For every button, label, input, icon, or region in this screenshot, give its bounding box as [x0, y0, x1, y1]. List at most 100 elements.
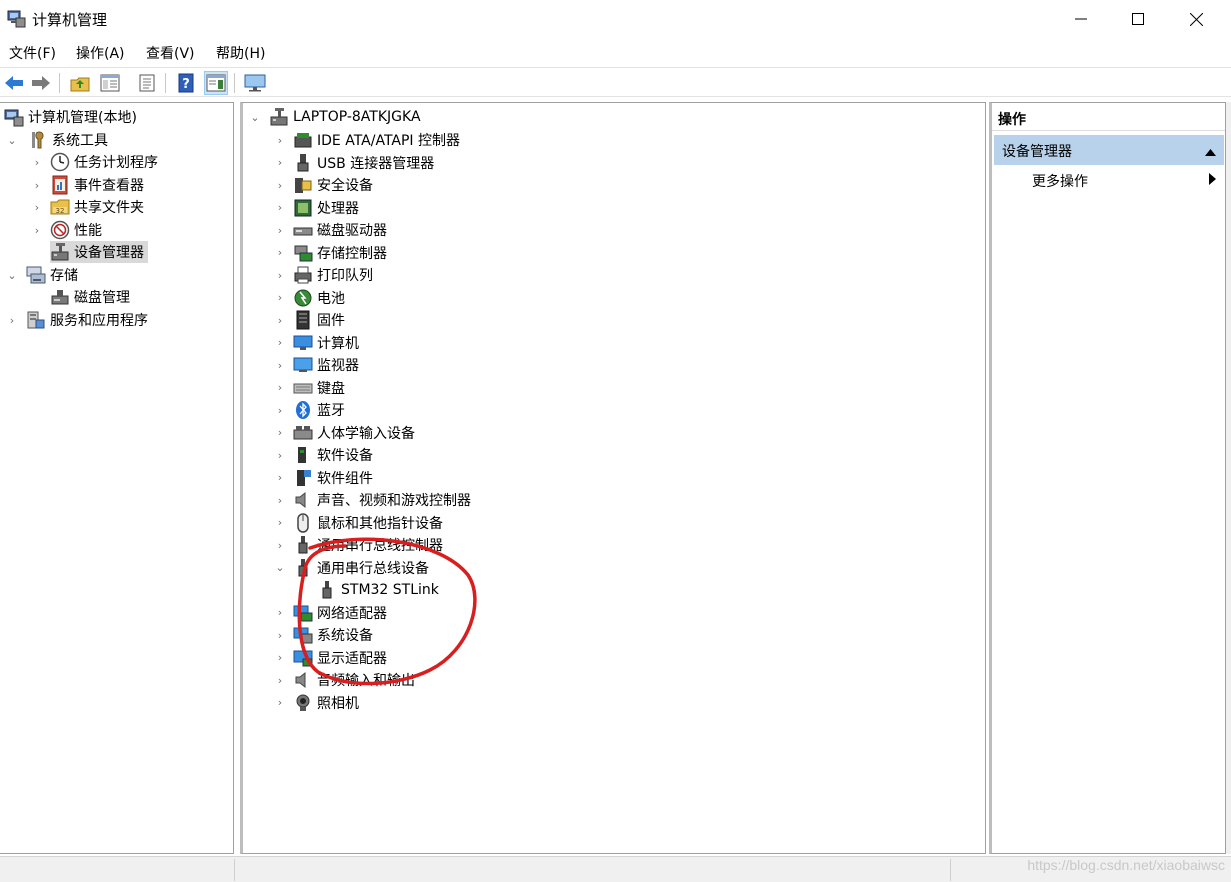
menu-file[interactable]: 文件(F) [9, 43, 56, 63]
device-node-batteries[interactable]: 电池 [293, 287, 345, 309]
maximize-button[interactable] [1109, 0, 1167, 38]
expand-chevron-icon[interactable]: › [274, 534, 286, 556]
expand-chevron-icon[interactable]: › [31, 151, 43, 173]
more-actions-item[interactable]: 更多操作 [1032, 171, 1088, 191]
help-icon[interactable]: ? [174, 71, 198, 95]
expand-chevron-icon[interactable]: › [274, 332, 286, 354]
actions-group-device-manager[interactable]: 设备管理器 [994, 135, 1224, 165]
device-node-storage-controllers[interactable]: 存储控制器 [293, 242, 387, 264]
device-node-monitors[interactable]: 监视器 [293, 354, 359, 376]
tree-node-system-tools[interactable]: 系统工具 [28, 129, 108, 151]
expand-chevron-icon[interactable]: › [274, 174, 286, 196]
show-hide-tree-icon[interactable] [98, 71, 122, 95]
device-node-software-devices[interactable]: 软件设备 [293, 444, 373, 466]
expand-chevron-icon[interactable]: › [274, 669, 286, 691]
tree-label: 系统工具 [52, 133, 108, 149]
expand-chevron-icon[interactable]: › [31, 219, 43, 241]
expand-chevron-icon[interactable]: › [274, 287, 286, 309]
expand-chevron-icon[interactable]: › [274, 152, 286, 174]
device-node-mice[interactable]: 鼠标和其他指针设备 [293, 512, 443, 534]
device-node-stm32-stlink[interactable]: STM32 STLink [317, 579, 439, 601]
close-button[interactable] [1167, 0, 1225, 38]
tree-node-performance[interactable]: 性能 [50, 219, 102, 241]
tree-node-task-scheduler[interactable]: 任务计划程序 [50, 151, 158, 173]
expand-chevron-icon[interactable]: › [274, 422, 286, 444]
tree-node-shared-folders[interactable]: 32 共享文件夹 [50, 196, 144, 218]
device-node-usb-devices[interactable]: 通用串行总线设备 [293, 557, 429, 579]
device-node-network-adapters[interactable]: 网络适配器 [293, 602, 387, 624]
device-node-ide-ata[interactable]: IDE ATA/ATAPI 控制器 [293, 129, 460, 151]
device-node-usb-connector-manager[interactable]: USB 连接器管理器 [293, 152, 434, 174]
device-node-security-devices[interactable]: 安全设备 [293, 174, 373, 196]
device-node-display-adapters[interactable]: 显示适配器 [293, 647, 387, 669]
collapse-chevron-icon[interactable]: ⌄ [6, 129, 18, 151]
tree-node-computer-management[interactable]: 计算机管理(本地) [4, 106, 137, 128]
expand-chevron-icon[interactable]: › [274, 444, 286, 466]
forward-icon[interactable] [29, 71, 53, 95]
expand-chevron-icon[interactable]: › [274, 512, 286, 534]
submenu-arrow-icon[interactable] [1209, 173, 1216, 189]
collapse-chevron-icon[interactable]: ⌄ [249, 106, 261, 128]
menu-action[interactable]: 操作(A) [76, 43, 125, 63]
expand-chevron-icon[interactable]: › [274, 219, 286, 241]
system-device-icon [293, 625, 313, 645]
device-tree-root[interactable]: LAPTOP-8ATKJGKA [269, 106, 421, 128]
expand-chevron-icon[interactable]: › [31, 196, 43, 218]
disk-icon [50, 287, 70, 307]
device-node-usb-controllers[interactable]: 通用串行总线控制器 [293, 534, 443, 556]
clock-icon [50, 152, 70, 172]
device-label: IDE ATA/ATAPI 控制器 [317, 133, 461, 149]
device-node-cameras[interactable]: 照相机 [293, 692, 359, 714]
tree-node-storage[interactable]: 存储 [26, 264, 78, 286]
expand-chevron-icon[interactable]: › [274, 489, 286, 511]
expand-chevron-icon[interactable]: › [274, 197, 286, 219]
collapse-chevron-icon[interactable]: ⌄ [274, 557, 286, 579]
toolbar-separator [59, 73, 60, 93]
menu-help[interactable]: 帮助(H) [216, 43, 265, 63]
device-node-sound-video-game[interactable]: 声音、视频和游戏控制器 [293, 489, 471, 511]
expand-chevron-icon[interactable]: › [274, 354, 286, 376]
tree-node-device-manager[interactable]: 设备管理器 [50, 241, 148, 263]
status-separator [950, 859, 951, 881]
tree-node-services-apps[interactable]: 服务和应用程序 [26, 309, 148, 331]
expand-chevron-icon[interactable]: › [274, 647, 286, 669]
tree-label: 共享文件夹 [74, 200, 144, 216]
device-node-audio-io[interactable]: 音频输入和输出 [293, 669, 415, 691]
expand-chevron-icon[interactable]: › [274, 129, 286, 151]
tree-node-event-viewer[interactable]: 事件查看器 [50, 174, 144, 196]
minimize-button[interactable] [1052, 0, 1110, 38]
tree-node-disk-management[interactable]: 磁盘管理 [50, 286, 130, 308]
collapse-triangle-icon[interactable] [1205, 144, 1216, 160]
expand-chevron-icon[interactable]: › [274, 624, 286, 646]
device-node-print-queues[interactable]: 打印队列 [293, 264, 373, 286]
actions-header: 操作 [992, 103, 1225, 131]
device-node-software-components[interactable]: 软件组件 [293, 467, 373, 489]
menu-view[interactable]: 查看(V) [146, 43, 195, 63]
expand-chevron-icon[interactable]: › [274, 399, 286, 421]
expand-chevron-icon[interactable]: › [6, 309, 18, 331]
expand-chevron-icon[interactable]: › [274, 242, 286, 264]
device-node-bluetooth[interactable]: 蓝牙 [293, 399, 345, 421]
usb-controller-icon [293, 535, 313, 555]
device-node-disk-drives[interactable]: 磁盘驱动器 [293, 219, 387, 241]
properties-icon[interactable] [135, 71, 159, 95]
device-node-keyboards[interactable]: 键盘 [293, 377, 345, 399]
show-action-pane-icon[interactable] [204, 71, 228, 95]
expand-chevron-icon[interactable]: › [274, 377, 286, 399]
expand-chevron-icon[interactable]: › [31, 174, 43, 196]
device-node-processors[interactable]: 处理器 [293, 197, 359, 219]
device-node-system-devices[interactable]: 系统设备 [293, 624, 373, 646]
expand-chevron-icon[interactable]: › [274, 264, 286, 286]
back-icon[interactable] [2, 71, 26, 95]
collapse-chevron-icon[interactable]: ⌄ [6, 264, 18, 286]
monitor-icon[interactable] [243, 71, 267, 95]
expand-chevron-icon[interactable]: › [274, 467, 286, 489]
device-node-firmware[interactable]: 固件 [293, 309, 345, 331]
expand-chevron-icon[interactable]: › [274, 602, 286, 624]
expand-chevron-icon[interactable]: › [274, 309, 286, 331]
device-node-hid[interactable]: 人体学输入设备 [293, 422, 415, 444]
computer-icon [293, 333, 313, 353]
up-folder-icon[interactable] [68, 71, 92, 95]
expand-chevron-icon[interactable]: › [274, 692, 286, 714]
device-node-computer[interactable]: 计算机 [293, 332, 359, 354]
